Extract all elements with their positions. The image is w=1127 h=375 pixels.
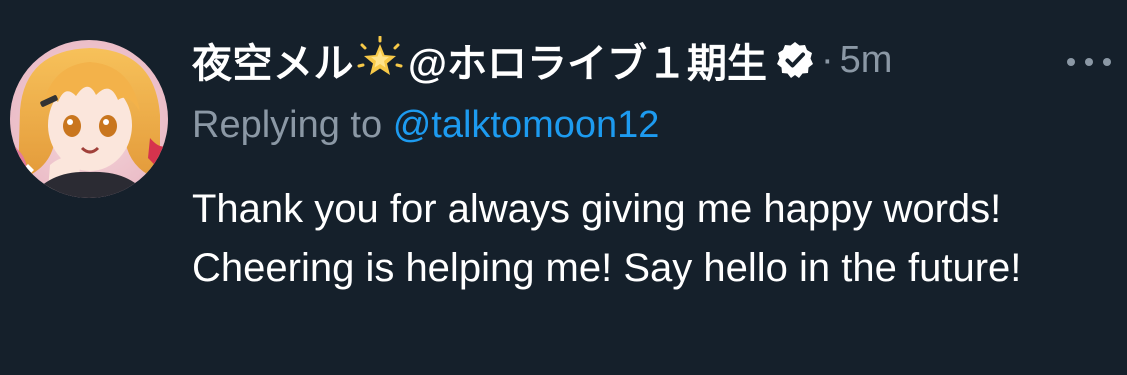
replying-to-line: Replying to @talktomoon12 [192,104,659,147]
tweet-header: 夜空メル @ホロライブ１期生 · 5m [192,28,1117,92]
sparkle-star-icon [357,36,403,75]
verified-badge-icon[interactable] [775,40,815,80]
display-name[interactable]: 夜空メル [192,31,354,89]
tweet-timestamp[interactable]: 5m [840,39,893,82]
avatar[interactable] [10,40,168,198]
tweet-text: Thank you for always giving me happy wor… [192,187,1022,290]
more-options-icon[interactable] [1061,36,1117,84]
tweet[interactable]: 夜空メル @ホロライブ１期生 · 5m Replying to @talktom… [0,0,1127,375]
replying-to-label: Replying to [192,104,383,146]
display-name-suffix[interactable]: @ホロライブ１期生 [408,31,767,89]
header-separator: · [821,38,834,81]
reply-mention-link[interactable]: @talktomoon12 [393,104,660,146]
